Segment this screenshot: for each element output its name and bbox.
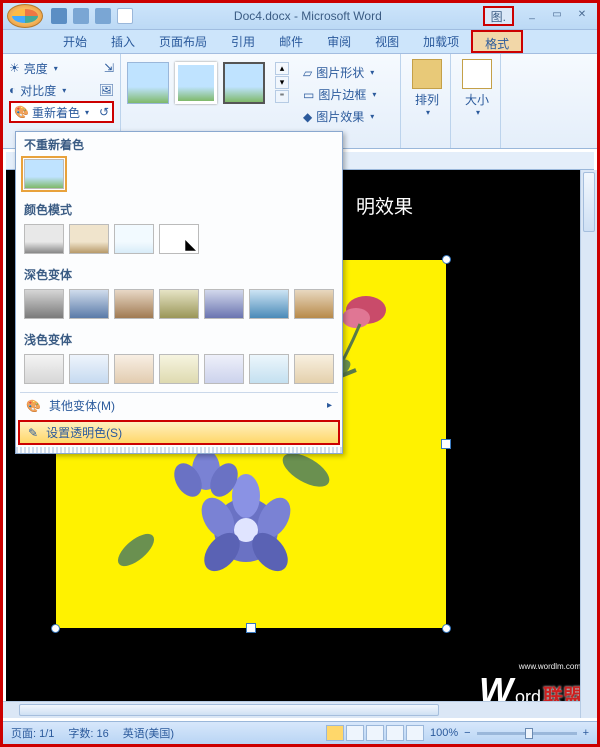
close-button[interactable]: ✕: [571, 9, 593, 23]
eyedropper-icon: ✎: [28, 426, 38, 440]
dark-variant-3[interactable]: [114, 289, 154, 319]
dark-variant-7[interactable]: [294, 289, 334, 319]
new-doc-icon[interactable]: [117, 8, 133, 24]
light-variant-5[interactable]: [204, 354, 244, 384]
recolor-button[interactable]: 🎨 重新着色▾ ↺: [9, 101, 114, 123]
view-draft[interactable]: [406, 725, 424, 741]
recolor-mode-grayscale[interactable]: [24, 224, 64, 254]
horizontal-scrollbar[interactable]: [3, 701, 580, 718]
dropdown-grip[interactable]: [16, 447, 342, 453]
tab-addins[interactable]: 加载项: [411, 30, 471, 53]
office-button[interactable]: [7, 4, 43, 28]
picture-tools-contextual-tab[interactable]: 图.: [483, 6, 514, 26]
light-variant-2[interactable]: [69, 354, 109, 384]
effects-icon: ◆: [303, 106, 312, 128]
light-variant-3[interactable]: [114, 354, 154, 384]
redo-icon[interactable]: [95, 8, 111, 24]
recolor-icon: 🎨: [14, 105, 29, 119]
section-no-recolor: 不重新着色: [16, 132, 342, 155]
view-full-screen[interactable]: [346, 725, 364, 741]
picture-effects-button[interactable]: ◆图片效果▾: [303, 106, 376, 128]
status-words[interactable]: 字数: 16: [68, 725, 108, 741]
status-bar: 页面: 1/1 字数: 16 英语(美国) 100% − +: [3, 721, 597, 744]
window-title: Doc4.docx - Microsoft Word: [133, 9, 483, 23]
tab-mailings[interactable]: 邮件: [267, 30, 315, 53]
dark-variant-6[interactable]: [249, 289, 289, 319]
zoom-out-button[interactable]: −: [464, 727, 470, 739]
light-variant-7[interactable]: [294, 354, 334, 384]
size-button[interactable]: 大小▾: [457, 59, 497, 117]
border-icon: ▭: [303, 84, 314, 106]
recolor-mode-bw[interactable]: ◣: [159, 224, 199, 254]
dark-variant-2[interactable]: [69, 289, 109, 319]
more-variants-item[interactable]: 🎨 其他变体(M) ▸: [16, 393, 342, 418]
recolor-mode-sepia[interactable]: [69, 224, 109, 254]
recolor-option-original[interactable]: [24, 159, 64, 189]
picture-style-3[interactable]: [223, 62, 265, 104]
group-arrange: 排列▾: [401, 54, 451, 148]
brightness-button[interactable]: ☀ 亮度▾ ⇲: [9, 57, 114, 79]
section-light-variants: 浅色变体: [16, 327, 342, 350]
brightness-icon: ☀: [9, 61, 20, 75]
style-gallery-more[interactable]: ⁼: [275, 90, 289, 103]
window-controls: 图. _ ▭ ✕: [483, 6, 593, 26]
crop-icon: [462, 59, 492, 89]
quick-access-toolbar: [51, 8, 133, 24]
style-gallery-down[interactable]: ▾: [275, 76, 289, 89]
title-bar: Doc4.docx - Microsoft Word 图. _ ▭ ✕: [3, 3, 597, 30]
vertical-scrollbar[interactable]: [580, 170, 597, 718]
zoom-slider-thumb[interactable]: [525, 728, 533, 739]
vertical-scroll-thumb[interactable]: [583, 172, 595, 232]
picture-border-button[interactable]: ▭图片边框▾: [303, 84, 376, 106]
contrast-button[interactable]: ◐ 对比度▾ 🖼: [9, 79, 114, 101]
set-transparent-color-item[interactable]: ✎ 设置透明色(S): [18, 420, 340, 445]
recolor-dropdown: 不重新着色 颜色模式 ◣ 深色变体 浅色变体 🎨 其他变体(M) ▸ ✎ 设置透…: [15, 131, 343, 454]
tab-view[interactable]: 视图: [363, 30, 411, 53]
palette-icon: 🎨: [26, 399, 41, 413]
undo-icon[interactable]: [73, 8, 89, 24]
save-icon[interactable]: [51, 8, 67, 24]
shape-icon: ▱: [303, 62, 312, 84]
section-color-modes: 颜色模式: [16, 197, 342, 220]
status-page[interactable]: 页面: 1/1: [11, 725, 54, 741]
view-web-layout[interactable]: [366, 725, 384, 741]
horizontal-scroll-thumb[interactable]: [19, 704, 439, 716]
tab-review[interactable]: 审阅: [315, 30, 363, 53]
dark-variant-1[interactable]: [24, 289, 64, 319]
tab-page-layout[interactable]: 页面布局: [147, 30, 219, 53]
tab-home[interactable]: 开始: [51, 30, 99, 53]
light-variant-4[interactable]: [159, 354, 199, 384]
reset-picture-icon[interactable]: ↺: [99, 105, 109, 119]
tab-format[interactable]: 格式: [471, 30, 523, 53]
zoom-slider-track[interactable]: [477, 732, 577, 735]
tab-references[interactable]: 引用: [219, 30, 267, 53]
zoom-in-button[interactable]: +: [583, 727, 589, 739]
recolor-mode-washout[interactable]: [114, 224, 154, 254]
light-variant-1[interactable]: [24, 354, 64, 384]
document-text: 明效果: [356, 192, 413, 219]
view-print-layout[interactable]: [326, 725, 344, 741]
minimize-button[interactable]: _: [521, 9, 543, 23]
arrange-button[interactable]: 排列▾: [407, 59, 447, 117]
dark-variant-5[interactable]: [204, 289, 244, 319]
maximize-button[interactable]: ▭: [546, 9, 568, 23]
light-variant-6[interactable]: [249, 354, 289, 384]
style-gallery-up[interactable]: ▴: [275, 62, 289, 75]
compress-icon[interactable]: ⇲: [104, 61, 114, 75]
group-size: 大小▾: [451, 54, 501, 148]
ribbon-tabs: 开始 插入 页面布局 引用 邮件 审阅 视图 加载项 格式: [3, 30, 597, 54]
tab-insert[interactable]: 插入: [99, 30, 147, 53]
picture-shape-button[interactable]: ▱图片形状▾: [303, 62, 376, 84]
picture-style-1[interactable]: [127, 62, 169, 104]
view-buttons: [326, 725, 424, 741]
picture-style-2[interactable]: [175, 62, 217, 104]
dark-variant-4[interactable]: [159, 289, 199, 319]
status-language[interactable]: 英语(美国): [123, 725, 174, 741]
arrange-icon: [412, 59, 442, 89]
zoom-level[interactable]: 100%: [430, 727, 458, 739]
contrast-icon: ◐: [9, 83, 16, 97]
view-outline[interactable]: [386, 725, 404, 741]
change-picture-icon[interactable]: 🖼: [99, 83, 114, 97]
section-dark-variants: 深色变体: [16, 262, 342, 285]
